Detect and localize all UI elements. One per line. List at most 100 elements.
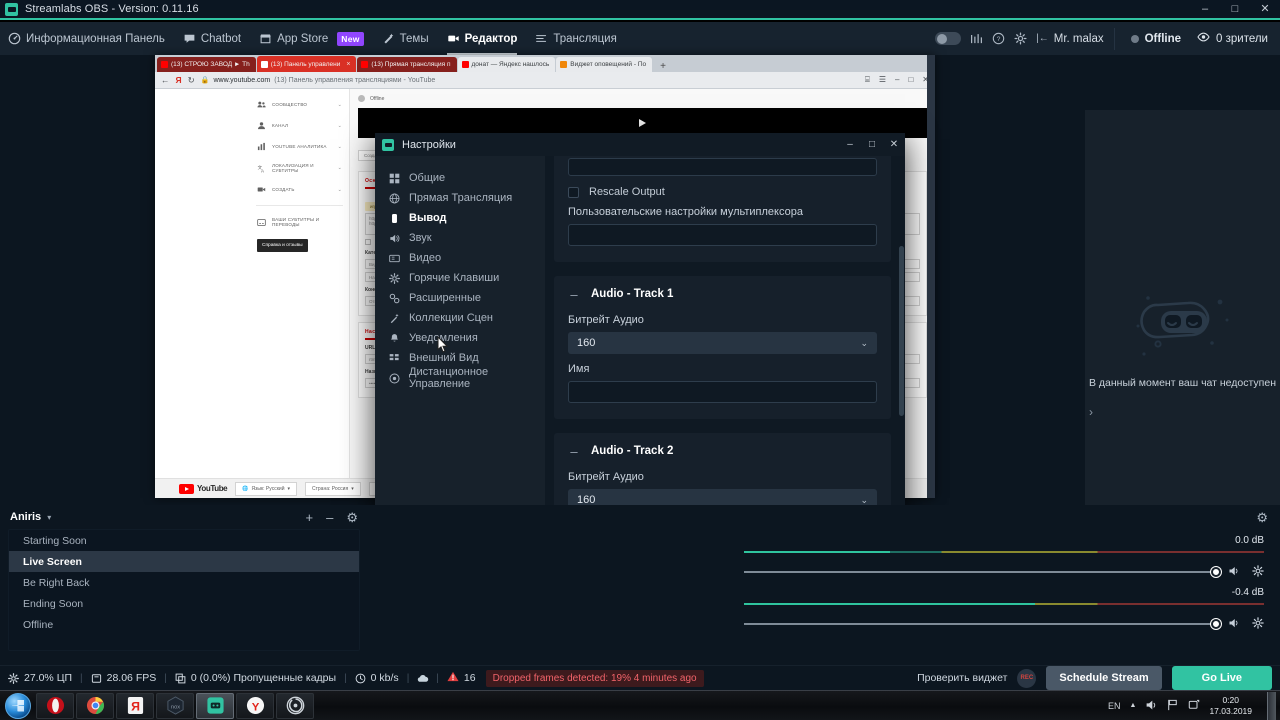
close-tab-icon[interactable]: × (346, 61, 350, 68)
remove-scene-button[interactable]: – (326, 511, 333, 524)
scene-item-starting-soon[interactable]: Starting Soon (9, 530, 359, 551)
settings-nav-advanced[interactable]: Расширенные (375, 288, 545, 308)
mute-icon[interactable] (1228, 617, 1240, 631)
volume-slider[interactable] (744, 567, 1221, 577)
youtube-sidebar-item[interactable]: YouTube Аналитика ⌄ (250, 136, 349, 157)
check-widget-link[interactable]: Проверить виджет (917, 672, 1007, 684)
back-icon[interactable]: ← (161, 75, 170, 85)
settings-nav-output[interactable]: Вывод (375, 208, 545, 228)
schedule-checkbox[interactable] (365, 239, 371, 245)
nav-item-dashboard[interactable]: Информационная Панель (0, 22, 174, 55)
browser-tab[interactable]: (13) Панель управлени × (256, 56, 357, 72)
dropped-frames-alert[interactable]: Dropped frames detected: 19% 4 minutes a… (485, 669, 704, 687)
scene-settings-button[interactable]: ⚙ (346, 511, 358, 524)
settings-nav-video[interactable]: Видео (375, 248, 545, 268)
browser-tab[interactable]: донат — Яндекс нашлось (457, 57, 556, 72)
settings-nav-notifications[interactable]: Уведомления (375, 328, 545, 348)
nav-item-themes[interactable]: Темы (373, 22, 438, 55)
yandex-icon[interactable]: Y (236, 692, 274, 719)
obs-studio-icon[interactable] (276, 692, 314, 719)
volume-slider-knob[interactable] (1211, 619, 1221, 629)
muxer-settings-input[interactable] (568, 224, 877, 246)
rescale-output-row[interactable]: Rescale Output (568, 186, 877, 198)
gear-icon[interactable] (1014, 32, 1027, 45)
warnings-indicator[interactable]: 16 (447, 671, 476, 685)
tray-expand-icon[interactable]: ▲ (1130, 702, 1137, 709)
collapse-icon[interactable]: – (568, 445, 580, 458)
nox-player-icon[interactable]: nox (156, 692, 194, 719)
nav-item-stream[interactable]: Трансляция (526, 22, 625, 55)
settings-scrollbar-thumb[interactable] (899, 246, 904, 416)
settings-close-button[interactable]: ✕ (883, 133, 905, 156)
mute-icon[interactable] (1228, 565, 1240, 579)
tray-action-center-icon[interactable] (1188, 699, 1200, 713)
browser-tab[interactable]: (13) Прямая трансляция п (357, 57, 457, 72)
browser-tab[interactable]: Виджет оповещений - По (556, 57, 653, 72)
close-button[interactable]: ✕ (1250, 0, 1280, 19)
top-cut-input[interactable] (568, 158, 877, 176)
scene-item-be-right-back[interactable]: Be Right Back (9, 572, 359, 593)
scene-item-offline[interactable]: Offline (9, 614, 359, 635)
user-account[interactable]: |← Mr. malax (1036, 33, 1103, 45)
footer-country-select[interactable]: Страна: Россия ▾ (305, 481, 361, 496)
schedule-stream-button[interactable]: Schedule Stream (1046, 666, 1162, 690)
show-desktop-button[interactable] (1267, 691, 1276, 720)
opera-icon[interactable] (36, 692, 74, 719)
browser-minimize-button[interactable]: – (895, 75, 899, 85)
cloud-status[interactable] (417, 673, 429, 684)
volume-slider[interactable] (744, 619, 1221, 629)
settings-nav-stream[interactable]: Прямая Трансляция (375, 188, 545, 208)
settings-nav-appearance[interactable]: Внешний Вид (375, 348, 545, 368)
nav-item-chatbot[interactable]: Chatbot (174, 22, 250, 55)
settings-minimize-button[interactable]: – (839, 133, 861, 156)
browser-tab[interactable]: (13) СТРОЮ ЗАВОД ► Th (157, 57, 256, 72)
yandex-home-icon[interactable]: Я (176, 75, 182, 85)
youtube-help-button[interactable]: Справка и отзывы (257, 239, 308, 252)
chrome-icon[interactable] (76, 692, 114, 719)
reload-icon[interactable]: ↻ (188, 75, 195, 86)
mixer-settings-button[interactable]: ⚙ (1256, 511, 1268, 524)
taskbar-clock[interactable]: 0:20 17.03.2019 (1209, 695, 1252, 717)
settings-nav-audio[interactable]: Звук (375, 228, 545, 248)
settings-nav-hotkeys[interactable]: Горячие Клавиши (375, 268, 545, 288)
browser-extension-icon[interactable]: ⌸ (865, 75, 870, 85)
youtube-sidebar-item[interactable]: Ваши субтитры и переводы (250, 211, 349, 233)
chat-collapse-icon[interactable]: › (1089, 405, 1093, 419)
nav-item-app-store[interactable]: App Store New (250, 22, 373, 55)
rescale-output-checkbox[interactable] (568, 186, 579, 198)
youtube-sidebar-item[interactable]: Канал ⌄ (250, 115, 349, 136)
nav-item-editor[interactable]: Редактор (438, 22, 527, 55)
footer-language-select[interactable]: 🌐 Язык: Русский ▾ (235, 481, 297, 496)
chevron-down-icon[interactable]: ▾ (47, 513, 51, 522)
tray-network-icon[interactable] (1167, 699, 1179, 713)
browser-maximize-button[interactable]: □ (908, 75, 913, 85)
youtube-sidebar-item[interactable]: Создать ⌄ (250, 179, 349, 200)
browser-menu-icon[interactable]: ☰ (879, 75, 886, 85)
settings-nav-remote-control[interactable]: Дистанционное Управление (375, 366, 545, 390)
help-icon[interactable]: ? (992, 32, 1005, 45)
audio-name-input[interactable] (568, 381, 877, 403)
youtube-sidebar-item[interactable]: Сообщество ⌄ (250, 94, 349, 115)
night-mode-toggle[interactable] (935, 32, 962, 45)
settings-nav-scene-collections[interactable]: Коллекции Сцен (375, 308, 545, 328)
minimize-button[interactable]: – (1190, 0, 1220, 19)
start-orb-icon[interactable] (5, 692, 31, 719)
add-scene-button[interactable]: + (306, 511, 314, 524)
performance-bars-icon[interactable] (970, 33, 983, 45)
record-button[interactable]: REC (1017, 668, 1037, 688)
yandex-browser-icon[interactable]: Я (116, 692, 154, 719)
channel-gear-icon[interactable] (1252, 565, 1264, 579)
go-live-button[interactable]: Go Live (1171, 666, 1272, 690)
youtube-sidebar-item[interactable]: 文A Локализация и субтитры ⌄ (250, 157, 349, 179)
collapse-icon[interactable]: – (568, 288, 580, 301)
streamlabs-obs-icon[interactable] (196, 692, 234, 719)
maximize-button[interactable]: □ (1220, 0, 1250, 19)
settings-nav-general[interactable]: Общие (375, 168, 545, 188)
address-bar[interactable]: 🔒 www.youtube.com (13) Панель управления… (201, 76, 853, 85)
audio-bitrate-select[interactable]: 160 ⌄ (568, 332, 877, 354)
tray-volume-icon[interactable] (1145, 699, 1158, 713)
new-tab-button[interactable]: + (653, 61, 673, 72)
volume-slider-knob[interactable] (1211, 567, 1221, 577)
tray-language[interactable]: EN (1108, 701, 1121, 711)
channel-gear-icon[interactable] (1252, 617, 1264, 631)
